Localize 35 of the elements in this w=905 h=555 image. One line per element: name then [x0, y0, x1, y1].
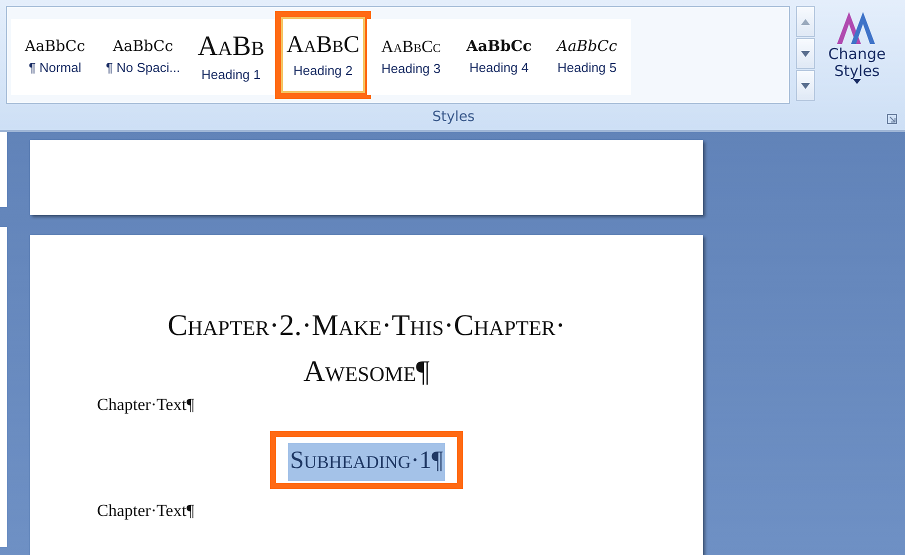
body-text: Chapter·Text¶ — [97, 395, 194, 415]
up-arrow-icon — [801, 18, 810, 24]
style-tile[interactable]: AaBbCc Heading 5 — [543, 19, 631, 95]
scroll-down-button[interactable] — [796, 38, 815, 69]
style-preview: AaBbC — [286, 32, 360, 56]
chapter-heading: Awesome¶ — [303, 354, 430, 390]
style-preview: AaBbCc — [556, 39, 618, 54]
subheading: Subheading·1¶ — [288, 443, 446, 481]
body-text: Chapter·Text¶ — [97, 501, 194, 521]
style-preview: AaBbCc — [24, 39, 86, 54]
style-label: ¶ No Spaci... — [106, 60, 180, 75]
style-tile[interactable]: AaBbCc Heading 4 — [455, 19, 543, 95]
style-tile[interactable]: AaBbCc ¶ No Spaci... — [99, 19, 187, 95]
style-preview: AaBbCc — [466, 39, 532, 54]
style-label: Heading 4 — [469, 60, 529, 75]
style-tile[interactable]: AaBbC Heading 2 — [275, 11, 371, 99]
style-label: Heading 3 — [381, 61, 441, 76]
style-label: Heading 1 — [201, 66, 261, 82]
style-label: Heading 5 — [557, 60, 617, 75]
caret-icon — [853, 79, 861, 84]
chapter-heading: Chapter·2.·Make·This·Chapter· — [168, 308, 566, 344]
down-arrow-icon — [801, 82, 810, 88]
dialog-launcher-icon[interactable] — [887, 114, 897, 124]
style-label: ¶ Normal — [28, 60, 82, 75]
down-arrow-icon — [801, 50, 810, 56]
style-preview: AaBbCc — [112, 39, 174, 54]
style-label: Heading 2 — [293, 62, 353, 78]
group-label: Styles — [432, 109, 475, 125]
style-tile[interactable]: AaBbCc Heading 3 — [367, 19, 455, 95]
change-styles-button[interactable]: Change Styles — [821, 6, 893, 84]
style-tile[interactable]: AaBb Heading 1 — [187, 19, 275, 95]
style-preview: AaBb — [198, 32, 264, 60]
style-tile[interactable]: AaBbCc ¶ Normal — [11, 19, 99, 95]
more-button[interactable] — [796, 70, 815, 101]
style-preview: AaBbCc — [381, 38, 441, 55]
